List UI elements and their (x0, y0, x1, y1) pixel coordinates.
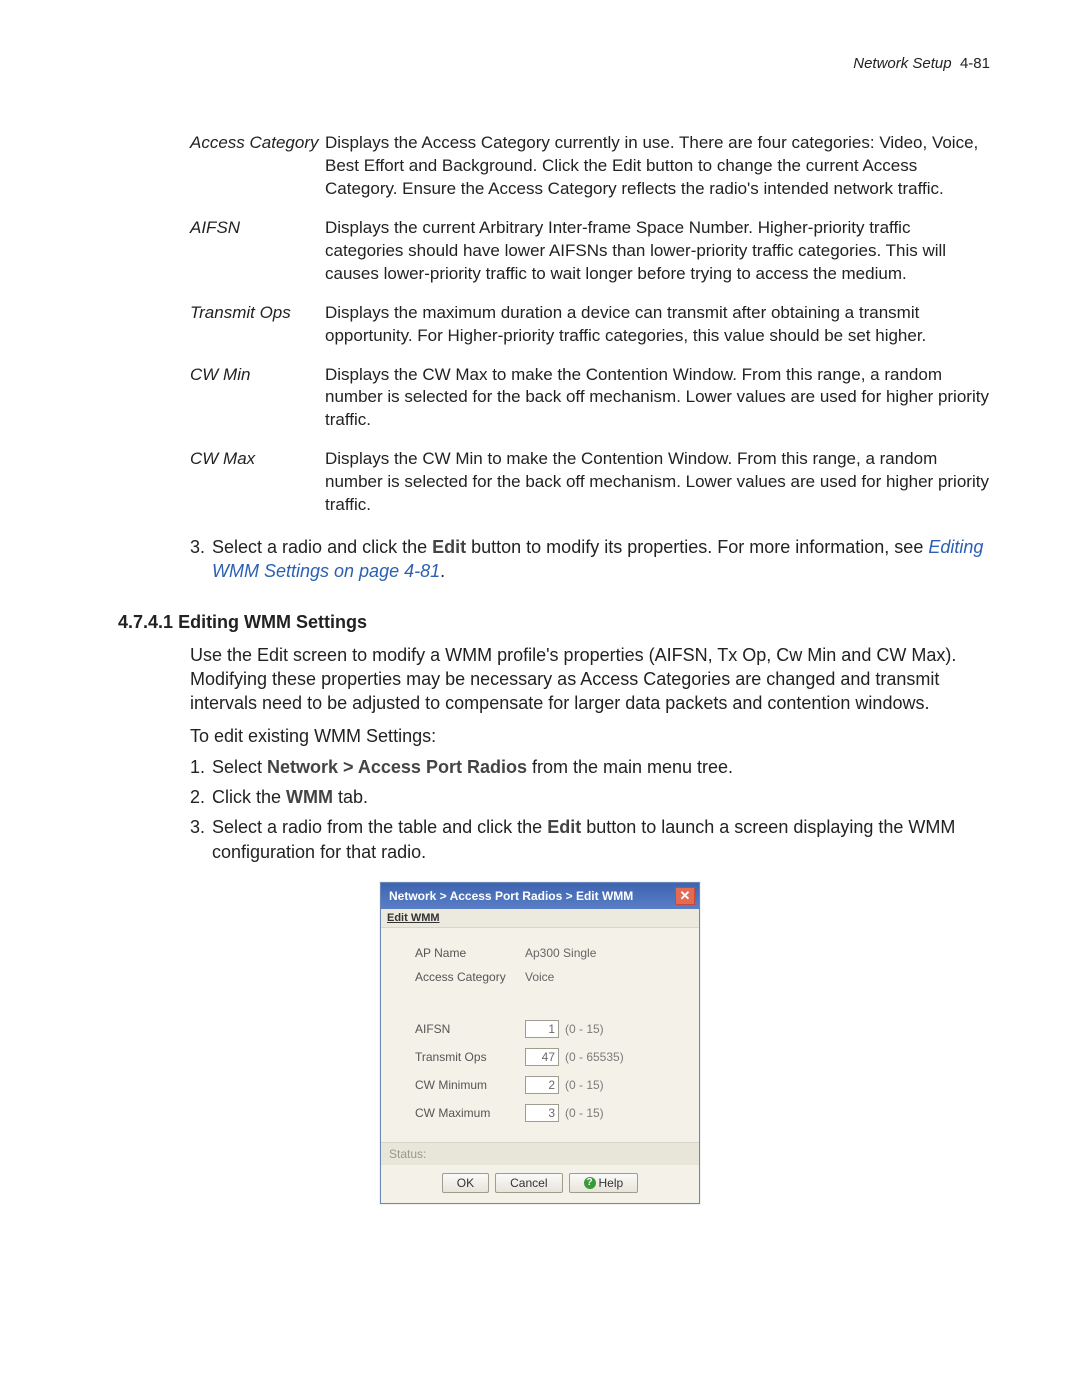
section-number: 4.7.4.1 (118, 612, 173, 632)
text: . (440, 561, 445, 581)
range-cw-min: (0 - 15) (565, 1078, 604, 1092)
dialog-body: AP Name Ap300 Single Access Category Voi… (381, 928, 699, 1142)
cancel-button[interactable]: Cancel (495, 1173, 562, 1193)
section-lead-in: To edit existing WMM Settings: (190, 726, 990, 747)
label-transmit-ops: Transmit Ops (415, 1050, 525, 1064)
cancel-button-label: Cancel (510, 1176, 547, 1190)
definition-term: Transmit Ops (190, 302, 325, 348)
input-transmit-ops[interactable] (525, 1048, 559, 1066)
label-access-category: Access Category (415, 970, 525, 984)
definition-row: CW Max Displays the CW Min to make the C… (190, 448, 990, 517)
close-icon[interactable]: ✕ (675, 887, 695, 905)
range-aifsn: (0 - 15) (565, 1022, 604, 1036)
dialog-row-ap-name: AP Name Ap300 Single (415, 946, 681, 960)
range-transmit-ops: (0 - 65535) (565, 1050, 624, 1064)
ok-button[interactable]: OK (442, 1173, 489, 1193)
definition-desc: Displays the maximum duration a device c… (325, 302, 990, 348)
dialog-breadcrumb: Network > Access Port Radios > Edit WMM (389, 889, 633, 903)
list-item: 1. Select Network > Access Port Radios f… (190, 755, 990, 779)
help-button[interactable]: ? Help (569, 1173, 639, 1193)
definition-term: CW Min (190, 364, 325, 433)
definition-desc: Displays the Access Category currently i… (325, 132, 990, 201)
page: Network Setup 4-81 Access Category Displ… (0, 0, 1080, 1397)
dialog-row-aifsn: AIFSN (0 - 15) (415, 1020, 681, 1038)
definition-row: Access Category Displays the Access Cate… (190, 132, 990, 201)
text: Click the (212, 787, 286, 807)
definition-term: Access Category (190, 132, 325, 201)
input-aifsn[interactable] (525, 1020, 559, 1038)
dialog-status-bar: Status: (381, 1142, 699, 1165)
list-number: 1. (190, 755, 205, 779)
dialog-titlebar: Network > Access Port Radios > Edit WMM … (381, 883, 699, 909)
range-cw-max: (0 - 15) (565, 1106, 604, 1120)
label-aifsn: AIFSN (415, 1022, 525, 1036)
edit-bold: Edit (547, 817, 581, 837)
input-cw-max[interactable] (525, 1104, 559, 1122)
edit-bold: Edit (432, 537, 466, 557)
menu-path-bold: Network > Access Port Radios (267, 757, 527, 777)
definition-desc: Displays the CW Min to make the Contenti… (325, 448, 990, 517)
page-header: Network Setup 4-81 (80, 55, 1000, 72)
text: Select a radio from the table and click … (212, 817, 547, 837)
list-number: 3. (190, 815, 205, 839)
dialog-row-cw-min: CW Minimum (0 - 15) (415, 1076, 681, 1094)
help-icon: ? (584, 1177, 596, 1189)
definition-term: CW Max (190, 448, 325, 517)
input-cw-min[interactable] (525, 1076, 559, 1094)
list-item: 3. Select a radio and click the Edit but… (190, 535, 990, 584)
definition-desc: Displays the CW Max to make the Contenti… (325, 364, 990, 433)
dialog-button-row: OK Cancel ? Help (381, 1165, 699, 1203)
definition-term: AIFSN (190, 217, 325, 286)
value-access-category: Voice (525, 970, 554, 984)
label-cw-max: CW Maximum (415, 1106, 525, 1120)
text: Select (212, 757, 267, 777)
list-number: 2. (190, 785, 205, 809)
dialog-subtitle: Edit WMM (381, 909, 699, 928)
list-item: 2. Click the WMM tab. (190, 785, 990, 809)
header-section-name: Network Setup (853, 55, 951, 72)
section-heading: 4.7.4.1 Editing WMM Settings (118, 612, 1000, 633)
step-list-upper: 3. Select a radio and click the Edit but… (190, 535, 990, 584)
text: button to modify its properties. For mor… (466, 537, 928, 557)
help-button-label: Help (599, 1176, 624, 1190)
list-number: 3. (190, 535, 205, 559)
definition-row: CW Min Displays the CW Max to make the C… (190, 364, 990, 433)
definition-table: Access Category Displays the Access Cate… (190, 132, 990, 517)
label-ap-name: AP Name (415, 946, 525, 960)
section-title: Editing WMM Settings (178, 612, 367, 632)
tab-name-bold: WMM (286, 787, 333, 807)
definition-desc: Displays the current Arbitrary Inter-fra… (325, 217, 990, 286)
section-paragraph: Use the Edit screen to modify a WMM prof… (190, 643, 990, 716)
label-cw-min: CW Minimum (415, 1078, 525, 1092)
dialog-row-access-category: Access Category Voice (415, 970, 681, 984)
edit-wmm-dialog: Network > Access Port Radios > Edit WMM … (380, 882, 700, 1204)
dialog-row-cw-max: CW Maximum (0 - 15) (415, 1104, 681, 1122)
text: Select a radio and click the (212, 537, 432, 557)
text: tab. (333, 787, 368, 807)
step-list-lower: 1. Select Network > Access Port Radios f… (190, 755, 990, 864)
dialog-row-transmit-ops: Transmit Ops (0 - 65535) (415, 1048, 681, 1066)
definition-row: AIFSN Displays the current Arbitrary Int… (190, 217, 990, 286)
header-page-ref: 4-81 (960, 55, 990, 72)
definition-row: Transmit Ops Displays the maximum durati… (190, 302, 990, 348)
value-ap-name: Ap300 Single (525, 946, 596, 960)
ok-button-label: OK (457, 1176, 474, 1190)
list-item: 3. Select a radio from the table and cli… (190, 815, 990, 864)
dialog-wrap: Network > Access Port Radios > Edit WMM … (80, 882, 1000, 1204)
text: from the main menu tree. (527, 757, 733, 777)
